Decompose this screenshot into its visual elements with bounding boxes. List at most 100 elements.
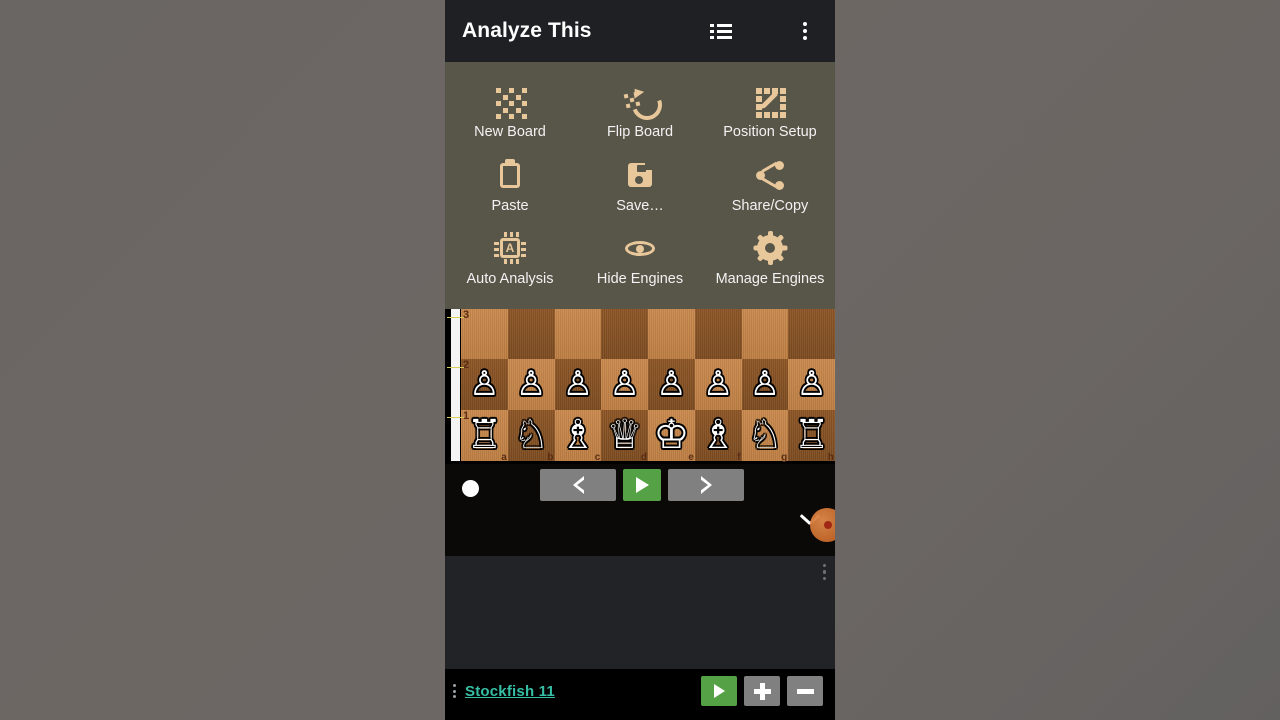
file-label: b <box>547 451 554 463</box>
overflow-menu-icon[interactable] <box>793 19 817 43</box>
flip-board-icon <box>623 84 667 125</box>
chess-piece[interactable]: ♘ <box>513 415 549 455</box>
play-icon <box>635 476 649 493</box>
numbered-list-icon[interactable] <box>709 19 733 43</box>
chess-piece[interactable]: ♙ <box>563 367 593 401</box>
options-menu-grid: New Board Flip Board Position Setup Past… <box>445 76 835 297</box>
analysis-output-panel <box>445 555 835 669</box>
chess-piece[interactable]: ♙ <box>703 367 733 401</box>
board-square[interactable]: 2 ♙ <box>461 359 508 410</box>
chess-piece[interactable]: ♙ <box>796 367 826 401</box>
engine-actions <box>701 676 823 706</box>
board-square[interactable]: ♙ <box>694 359 742 410</box>
floppy-disk-icon <box>623 158 657 192</box>
menu-item-share-copy[interactable]: Share/Copy <box>705 150 835 224</box>
chess-board[interactable]: 3 2 ♙ ♙ ♙ ♙ ♙ ♙ ♙ ♙ 1 ♖ a ♘ b ♗ c ♕ d ♔ … <box>461 308 835 463</box>
file-label: c <box>594 451 601 463</box>
engine-remove-button[interactable] <box>787 676 823 706</box>
menu-item-paste[interactable]: Paste <box>445 150 575 224</box>
menu-item-position-setup[interactable]: Position Setup <box>705 76 835 150</box>
plus-icon <box>753 682 771 700</box>
app-bar-actions <box>709 19 821 43</box>
menu-item-label: Share/Copy <box>731 197 809 214</box>
board-square[interactable]: 1 ♖ a <box>461 409 508 463</box>
chevron-right-icon <box>699 475 712 494</box>
gear-icon <box>753 231 787 265</box>
app-bar: Analyze This <box>445 0 835 62</box>
file-label: h <box>827 451 834 463</box>
board-square[interactable] <box>554 308 602 360</box>
board-square[interactable]: ♙ <box>507 359 555 410</box>
menu-item-label: Paste <box>491 197 529 214</box>
chess-piece[interactable]: ♗ <box>700 415 736 455</box>
side-to-move-indicator <box>462 479 479 497</box>
chess-piece[interactable]: ♙ <box>609 367 639 401</box>
board-square[interactable]: ♙ <box>741 359 789 410</box>
board-square[interactable]: ♘ b <box>507 409 555 463</box>
chess-piece[interactable]: ♙ <box>516 367 546 401</box>
board-square[interactable] <box>788 308 835 360</box>
checkerboard-icon <box>493 84 527 119</box>
chess-piece[interactable]: ♕ <box>607 415 643 455</box>
board-square[interactable]: ♙ <box>554 359 602 410</box>
board-square[interactable] <box>507 308 555 360</box>
chevron-left-icon <box>572 475 585 494</box>
chess-piece[interactable]: ♖ <box>794 415 830 455</box>
menu-item-label: Hide Engines <box>596 271 684 287</box>
chess-piece[interactable]: ♖ <box>466 415 502 455</box>
play-button[interactable] <box>623 468 661 501</box>
phone-screen: Analyze This New Board Flip Board Positi… <box>445 0 835 720</box>
file-label: g <box>781 451 788 463</box>
next-move-button[interactable] <box>668 468 744 501</box>
menu-item-label: Manage Engines <box>715 271 825 287</box>
engine-add-button[interactable] <box>744 676 780 706</box>
rank-label: 3 <box>463 308 470 321</box>
engine-row-stockfish: Stockfish 11 <box>445 669 835 714</box>
menu-item-flip-board[interactable]: Flip Board <box>575 76 705 150</box>
play-icon <box>713 684 725 698</box>
menu-item-label: Position Setup <box>723 124 817 140</box>
previous-move-button[interactable] <box>540 468 616 501</box>
board-square[interactable]: 3 <box>461 308 508 360</box>
board-square[interactable] <box>741 308 789 360</box>
menu-item-label: Auto Analysis <box>466 271 554 287</box>
board-square[interactable] <box>601 308 648 360</box>
engine-name-link[interactable]: Stockfish 11 <box>465 683 555 700</box>
engine-start-button[interactable] <box>701 676 737 706</box>
screenshot-stage: Analyze This New Board Flip Board Positi… <box>0 0 1280 720</box>
menu-item-new-board[interactable]: New Board <box>445 76 575 150</box>
board-square[interactable] <box>694 308 742 360</box>
board-square[interactable]: ♘ g <box>741 409 789 463</box>
board-square[interactable]: ♗ c <box>554 409 602 463</box>
board-square[interactable]: ♕ d <box>601 409 648 463</box>
minus-icon <box>796 683 814 700</box>
board-square[interactable]: ♔ e <box>648 409 695 463</box>
chess-piece[interactable]: ♙ <box>469 367 499 401</box>
board-square[interactable] <box>648 308 695 360</box>
grid-menu-icon[interactable] <box>751 19 775 43</box>
menu-item-save[interactable]: Save… <box>575 150 705 224</box>
menu-item-auto-analysis[interactable]: A Auto Analysis <box>445 223 575 297</box>
menu-item-hide-engines[interactable]: Hide Engines <box>575 223 705 297</box>
touch-pointer-indicator <box>810 507 835 542</box>
chess-piece[interactable]: ♔ <box>653 415 689 455</box>
file-label: d <box>640 451 647 463</box>
position-setup-icon <box>753 84 787 118</box>
board-square[interactable]: ♙ <box>648 359 695 410</box>
board-square[interactable]: ♙ <box>601 359 648 410</box>
engine-list: Stockfish 11 Critter <box>445 668 835 720</box>
menu-item-manage-engines[interactable]: Manage Engines <box>705 223 835 297</box>
evaluation-bar <box>447 308 464 461</box>
board-square[interactable]: ♖ h <box>788 409 835 463</box>
chess-piece[interactable]: ♗ <box>560 415 596 455</box>
drag-handle-icon[interactable] <box>453 684 456 698</box>
chess-board-area: 3 2 ♙ ♙ ♙ ♙ ♙ ♙ ♙ ♙ 1 ♖ a ♘ b ♗ c ♕ d ♔ … <box>445 308 835 464</box>
file-label: e <box>688 451 694 463</box>
board-square[interactable]: ♗ f <box>694 409 742 463</box>
menu-item-label: New Board <box>474 124 546 140</box>
chess-piece[interactable]: ♙ <box>656 367 686 401</box>
analysis-overflow-menu-icon[interactable] <box>822 563 826 580</box>
chess-piece[interactable]: ♘ <box>747 415 783 455</box>
chess-piece[interactable]: ♙ <box>750 367 780 401</box>
board-square[interactable]: ♙ <box>788 359 835 410</box>
